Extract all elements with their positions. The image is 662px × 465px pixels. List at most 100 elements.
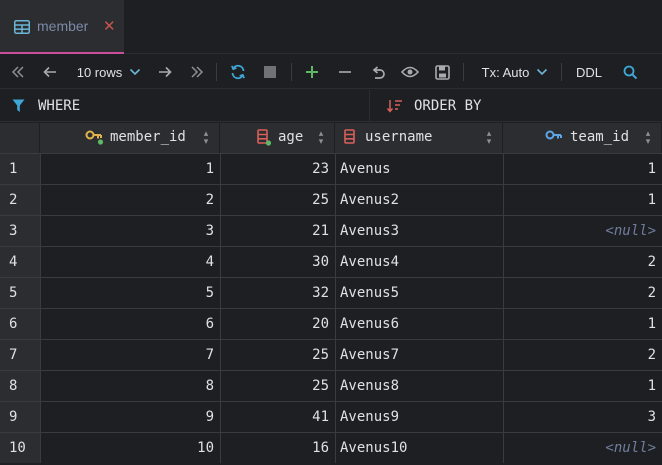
row-number[interactable]: 1 <box>0 154 40 184</box>
cell-username[interactable]: Avenus9 <box>335 402 503 432</box>
cell-age[interactable]: 30 <box>220 247 335 277</box>
table-row[interactable]: 8 8 25 Avenus8 1 <box>0 370 662 401</box>
row-number[interactable]: 9 <box>0 402 40 432</box>
cell-team-id[interactable]: <null> <box>503 216 662 246</box>
cell-member-id[interactable]: 10 <box>40 433 220 463</box>
cell-age[interactable]: 16 <box>220 433 335 463</box>
double-chevron-right-icon <box>191 66 204 78</box>
submit-button[interactable] <box>431 55 453 89</box>
cell-username[interactable]: Avenus2 <box>335 185 503 215</box>
cell-team-id[interactable]: 1 <box>503 154 662 184</box>
table-row[interactable]: 5 5 32 Avenus5 2 <box>0 277 662 308</box>
arrow-right-icon <box>159 66 172 78</box>
order-by-field[interactable]: ORDER BY <box>414 98 481 114</box>
search-button[interactable] <box>619 55 641 89</box>
cell-age[interactable]: 32 <box>220 278 335 308</box>
column-header-team-id[interactable]: team_id ▴ ▾ <box>503 123 662 153</box>
view-button[interactable] <box>398 55 422 89</box>
row-number[interactable]: 2 <box>0 185 40 215</box>
cell-team-id[interactable]: 1 <box>503 309 662 339</box>
row-number-header[interactable] <box>0 123 40 153</box>
first-page-button[interactable] <box>8 55 28 89</box>
table-row[interactable]: 9 9 41 Avenus9 3 <box>0 401 662 432</box>
column-header-age[interactable]: age ▴ ▾ <box>220 123 335 153</box>
previous-page-button[interactable] <box>40 55 60 89</box>
column-name: team_id <box>570 129 630 145</box>
column-header-username[interactable]: username ▴ ▾ <box>335 123 503 153</box>
row-number[interactable]: 10 <box>0 433 40 463</box>
cell-member-id[interactable]: 7 <box>40 340 220 370</box>
revert-button[interactable] <box>367 55 389 89</box>
cell-age[interactable]: 41 <box>220 402 335 432</box>
next-page-button[interactable] <box>155 55 175 89</box>
cell-age[interactable]: 20 <box>220 309 335 339</box>
cell-team-id[interactable]: 2 <box>503 340 662 370</box>
cell-username[interactable]: Avenus10 <box>335 433 503 463</box>
sort-toggle-icon[interactable]: ▴ ▾ <box>644 130 652 147</box>
sort-toggle-icon[interactable]: ▴ ▾ <box>202 130 210 147</box>
ddl-button[interactable]: DDL <box>573 55 605 89</box>
column-header-member-id[interactable]: member_id ▴ ▾ <box>40 123 220 153</box>
cell-age[interactable]: 25 <box>220 340 335 370</box>
row-number[interactable]: 7 <box>0 340 40 370</box>
sort-toggle-icon[interactable]: ▴ ▾ <box>485 130 493 147</box>
table-row[interactable]: 3 3 21 Avenus3 <null> <box>0 215 662 246</box>
where-filter-field[interactable]: WHERE <box>38 98 80 114</box>
cell-team-id[interactable]: <null> <box>503 433 662 463</box>
primary-key-icon <box>85 130 104 145</box>
cell-team-id[interactable]: 2 <box>503 247 662 277</box>
stop-button[interactable] <box>260 55 280 89</box>
chevron-down-icon <box>130 68 141 76</box>
cell-member-id[interactable]: 6 <box>40 309 220 339</box>
cell-age[interactable]: 21 <box>220 216 335 246</box>
cell-team-id[interactable]: 1 <box>503 371 662 401</box>
row-number[interactable]: 8 <box>0 371 40 401</box>
cell-member-id[interactable]: 8 <box>40 371 220 401</box>
cell-member-id[interactable]: 1 <box>40 154 220 184</box>
filter-divider <box>369 90 370 122</box>
cell-username[interactable]: Avenus8 <box>335 371 503 401</box>
chevron-down-icon <box>537 68 548 76</box>
cell-username[interactable]: Avenus3 <box>335 216 503 246</box>
save-icon <box>434 64 450 80</box>
sort-toggle-icon[interactable]: ▴ ▾ <box>317 130 325 147</box>
cell-username[interactable]: Avenus <box>335 154 503 184</box>
cell-member-id[interactable]: 3 <box>40 216 220 246</box>
cell-age[interactable]: 23 <box>220 154 335 184</box>
row-number[interactable]: 6 <box>0 309 40 339</box>
last-page-button[interactable] <box>187 55 207 89</box>
cell-team-id[interactable]: 2 <box>503 278 662 308</box>
cell-age[interactable]: 25 <box>220 185 335 215</box>
table-row[interactable]: 6 6 20 Avenus6 1 <box>0 308 662 339</box>
row-number[interactable]: 3 <box>0 216 40 246</box>
filter-bar: WHERE ORDER BY <box>0 90 662 122</box>
cell-team-id[interactable]: 3 <box>503 402 662 432</box>
cell-username[interactable]: Avenus5 <box>335 278 503 308</box>
add-row-button[interactable] <box>301 55 323 89</box>
undo-icon <box>372 66 385 79</box>
page-size-dropdown[interactable]: 10 rows <box>73 55 145 89</box>
column-name: username <box>365 129 433 145</box>
table-row[interactable]: 1 1 23 Avenus 1 <box>0 153 662 184</box>
editor-tab-bar: member ✕ <box>0 0 662 54</box>
delete-row-button[interactable] <box>334 55 356 89</box>
tab-member[interactable]: member ✕ <box>0 0 124 54</box>
table-row[interactable]: 7 7 25 Avenus7 2 <box>0 339 662 370</box>
table-row[interactable]: 2 2 25 Avenus2 1 <box>0 184 662 215</box>
row-number[interactable]: 4 <box>0 247 40 277</box>
table-row[interactable]: 10 10 16 Avenus10 <null> <box>0 432 662 463</box>
close-tab-icon[interactable]: ✕ <box>103 17 116 35</box>
cell-age[interactable]: 25 <box>220 371 335 401</box>
cell-username[interactable]: Avenus7 <box>335 340 503 370</box>
table-row[interactable]: 4 4 30 Avenus4 2 <box>0 246 662 277</box>
cell-member-id[interactable]: 2 <box>40 185 220 215</box>
refresh-button[interactable] <box>227 55 249 89</box>
cell-team-id[interactable]: 1 <box>503 185 662 215</box>
row-number[interactable]: 5 <box>0 278 40 308</box>
cell-username[interactable]: Avenus6 <box>335 309 503 339</box>
cell-username[interactable]: Avenus4 <box>335 247 503 277</box>
cell-member-id[interactable]: 4 <box>40 247 220 277</box>
cell-member-id[interactable]: 9 <box>40 402 220 432</box>
cell-member-id[interactable]: 5 <box>40 278 220 308</box>
transaction-mode-dropdown[interactable]: Tx: Auto <box>479 55 551 89</box>
